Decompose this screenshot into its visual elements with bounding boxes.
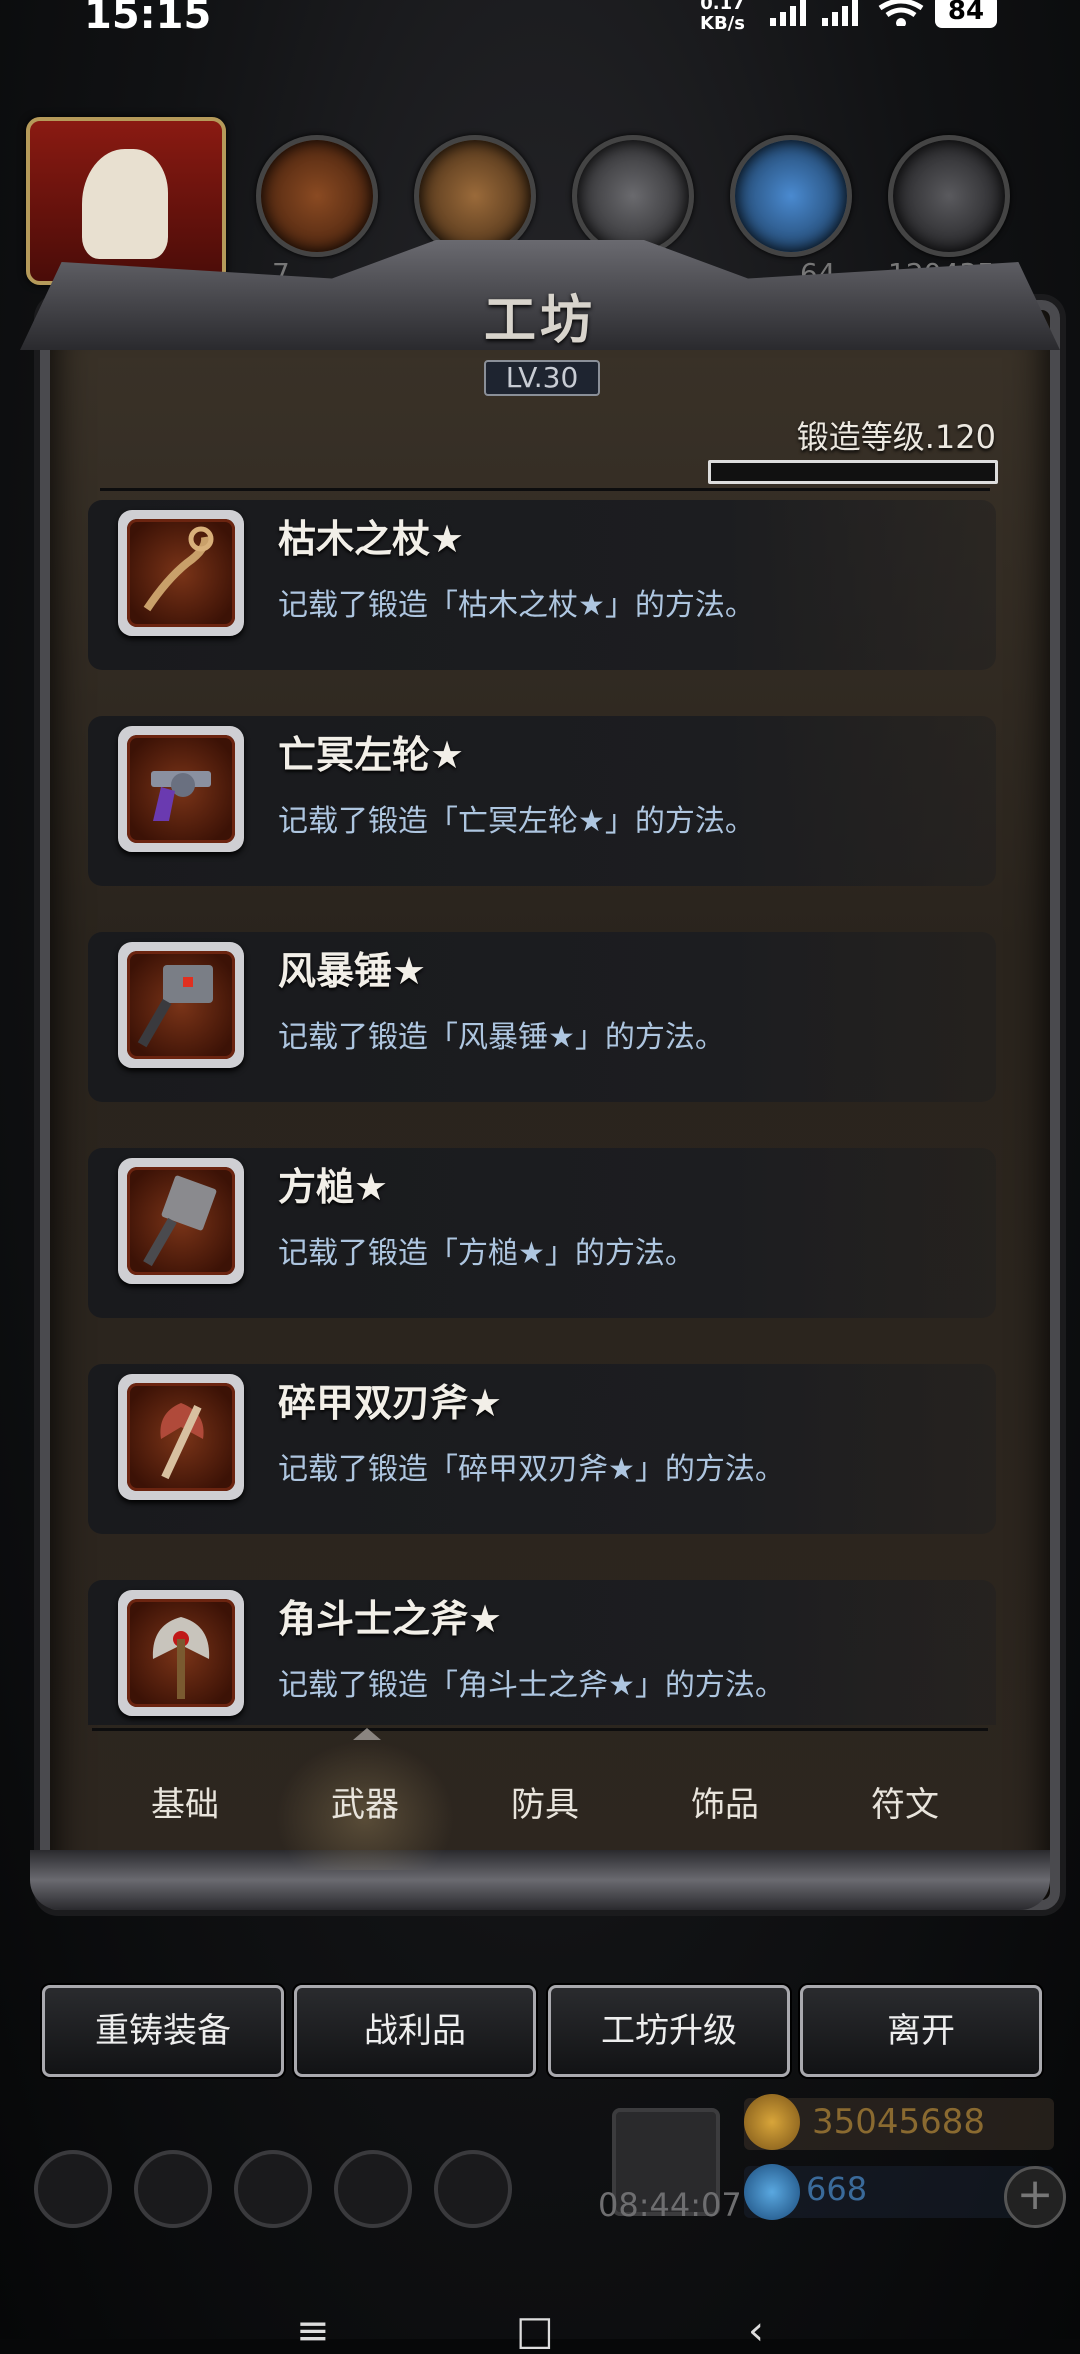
- dark-ingot-icon[interactable]: [888, 135, 1010, 257]
- recipe-desc: 记载了锻造「亡冥左轮★」的方法。: [278, 804, 755, 839]
- event-icon[interactable]: [434, 2150, 512, 2228]
- recipe-desc: 记载了锻造「方槌★」的方法。: [278, 1236, 695, 1271]
- wood-log-icon[interactable]: [256, 135, 378, 257]
- recipe-name: 枯木之杖★: [278, 517, 465, 561]
- square-mallet-icon: [118, 1158, 244, 1284]
- forge-progress-bar: [708, 460, 998, 484]
- leave-button[interactable]: 离开: [800, 1985, 1042, 2077]
- gold-amount: 35045688: [812, 2102, 986, 2142]
- crystal-icon[interactable]: [730, 135, 852, 257]
- storm-hammer-icon: [118, 942, 244, 1068]
- active-tab-indicator: [353, 1728, 381, 1740]
- player-avatar[interactable]: [26, 117, 226, 285]
- gem-icon: [744, 2164, 800, 2220]
- signal-icon: [770, 0, 806, 26]
- plank-icon[interactable]: [414, 135, 536, 257]
- guild-icon[interactable]: [234, 2150, 312, 2228]
- wifi-icon: [878, 0, 924, 26]
- recipe-desc: 记载了锻造「风暴锤★」的方法。: [278, 1020, 725, 1055]
- recipe-name: 角斗士之斧★: [278, 1597, 503, 1641]
- recipe-item[interactable]: 方槌★ 记载了锻造「方槌★」的方法。: [88, 1148, 996, 1318]
- upgrade-workshop-button[interactable]: 工坊升级: [548, 1985, 790, 2077]
- recipe-item[interactable]: 角斗士之斧★ 记载了锻造「角斗士之斧★」的方法。: [88, 1580, 996, 1725]
- tab-accessories[interactable]: 饰品: [635, 1740, 815, 1870]
- add-gems-button[interactable]: +: [1004, 2166, 1066, 2228]
- wooden-staff-icon: [118, 510, 244, 636]
- recipe-name: 风暴锤★: [278, 949, 427, 993]
- horse-icon: [82, 149, 168, 259]
- gold-coin-icon: [744, 2094, 800, 2150]
- menu-nav-icon[interactable]: ≡: [296, 2308, 330, 2354]
- category-tabs: 基础 武器 防具 饰品 符文: [95, 1728, 995, 1870]
- recipe-name: 碎甲双刃斧★: [278, 1381, 503, 1425]
- battery-indicator: 84: [935, 0, 997, 28]
- tab-runes[interactable]: 符文: [815, 1740, 995, 1870]
- tab-weapons[interactable]: 武器: [275, 1728, 455, 1870]
- recipe-desc: 记载了锻造「角斗士之斧★」的方法。: [278, 1668, 785, 1703]
- mail-icon[interactable]: [334, 2150, 412, 2228]
- status-bar: 15:15 0.17 KB/s 84: [0, 0, 1080, 40]
- loot-button[interactable]: 战利品: [294, 1985, 536, 2077]
- reforge-button[interactable]: 重铸装备: [42, 1985, 284, 2077]
- recipe-name: 亡冥左轮★: [278, 733, 465, 777]
- home-nav-icon[interactable]: □: [516, 2308, 554, 2354]
- network-speed: 0.17 KB/s: [700, 0, 745, 34]
- gladiator-axe-icon: [118, 1590, 244, 1716]
- revolver-icon: [118, 726, 244, 852]
- tab-armor[interactable]: 防具: [455, 1740, 635, 1870]
- system-nav-bar: ≡ □ ‹: [0, 2300, 1080, 2354]
- panel-title: 工坊: [483, 290, 596, 351]
- recipe-list[interactable]: 枯木之杖★ 记载了锻造「枯木之杖★」的方法。 亡冥左轮★ 记载了锻造「亡冥左轮★…: [88, 500, 996, 1725]
- status-time: 15:15: [84, 0, 212, 38]
- signal-icon-2: [822, 0, 858, 26]
- divider: [100, 488, 990, 491]
- workshop-level-badge: LV.30: [484, 360, 600, 396]
- divider: [92, 1728, 988, 1731]
- gem-amount: 668: [806, 2170, 868, 2208]
- recipe-item[interactable]: 枯木之杖★ 记载了锻造「枯木之杖★」的方法。: [88, 500, 996, 670]
- recipe-name: 方槌★: [278, 1165, 389, 1209]
- settings-icon[interactable]: [34, 2150, 112, 2228]
- recipe-item[interactable]: 风暴锤★ 记载了锻造「风暴锤★」的方法。: [88, 932, 996, 1102]
- recipe-item[interactable]: 碎甲双刃斧★ 记载了锻造「碎甲双刃斧★」的方法。: [88, 1364, 996, 1534]
- iron-ingot-icon[interactable]: [572, 135, 694, 257]
- tab-basic[interactable]: 基础: [95, 1740, 275, 1870]
- back-nav-icon[interactable]: ‹: [748, 2308, 764, 2354]
- recipe-desc: 记载了锻造「碎甲双刃斧★」的方法。: [278, 1452, 785, 1487]
- double-axe-icon: [118, 1374, 244, 1500]
- achievement-icon[interactable]: [134, 2150, 212, 2228]
- recipe-desc: 记载了锻造「枯木之杖★」的方法。: [278, 588, 755, 623]
- gift-timer: 08:44:07: [598, 2186, 742, 2224]
- forge-level-label: 锻造等级.120: [796, 418, 996, 456]
- recipe-item[interactable]: 亡冥左轮★ 记载了锻造「亡冥左轮★」的方法。: [88, 716, 996, 886]
